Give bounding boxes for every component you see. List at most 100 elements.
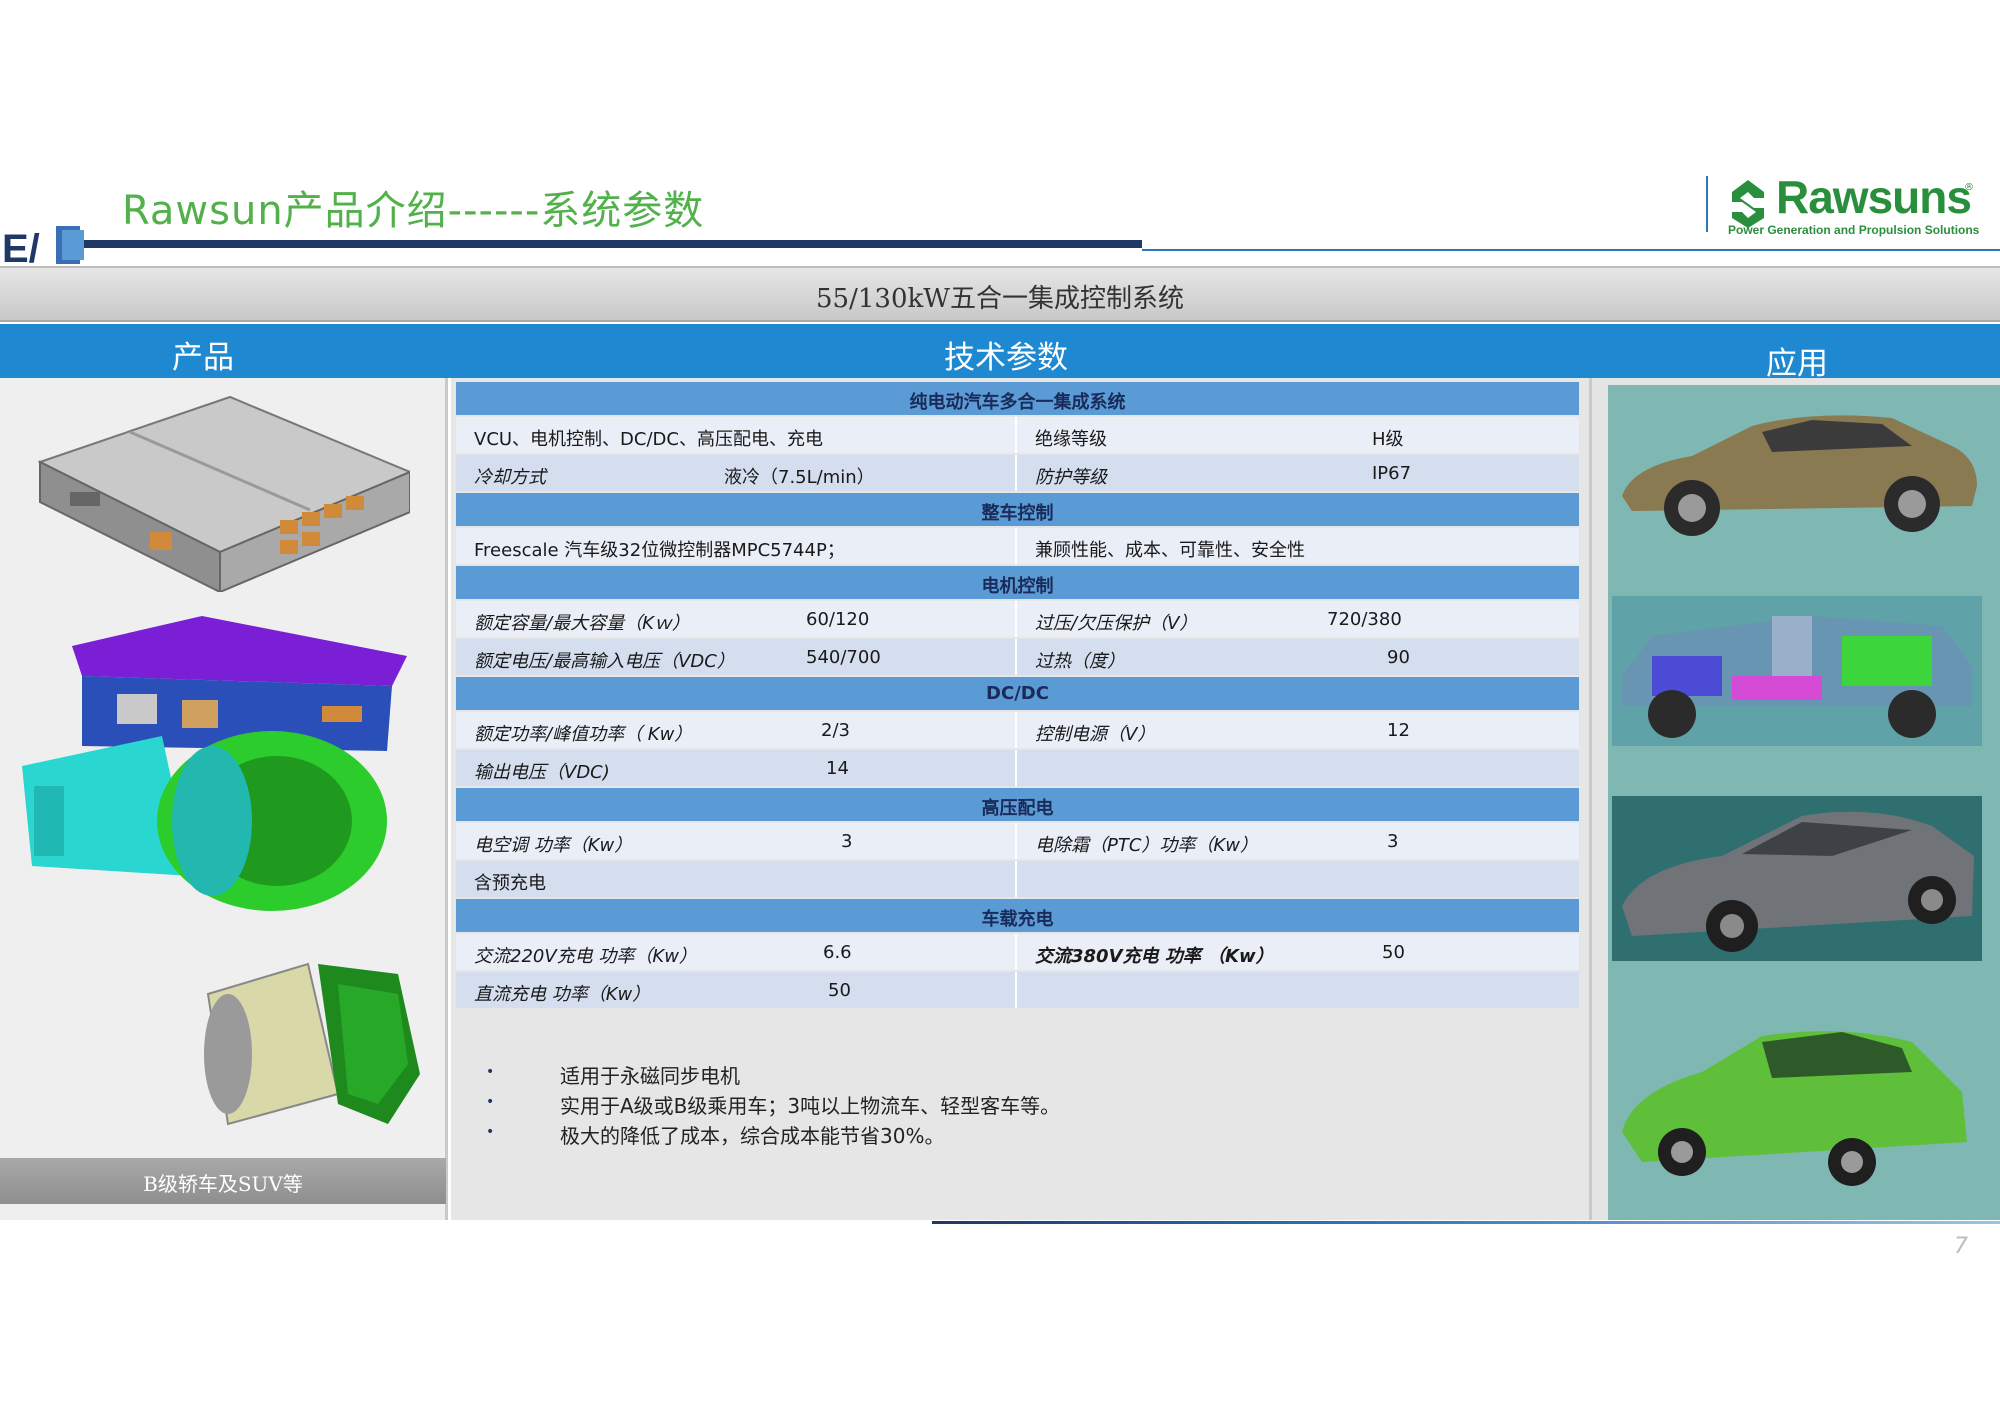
spec-cell-left: 额定功率/峰值功率（ Kw） 2/3: [456, 712, 1015, 748]
spec-value: 2/3: [821, 720, 850, 741]
spec-cell-left: 输出电压（VDC) 14: [456, 750, 1015, 786]
chassis-cutaway-image: [1612, 596, 1982, 746]
bullet-icon: •: [486, 1124, 495, 1140]
section-header: 电机控制: [456, 566, 1579, 599]
brand-registered-mark: ®: [1964, 182, 1974, 193]
spec-cell-right: 控制电源（V） 12: [1017, 712, 1579, 748]
integrated-drive-image: [22, 616, 407, 911]
ev-logo-text: E/: [2, 227, 40, 268]
section-title: 电机控制: [981, 576, 1054, 597]
spec-value: IP67: [1372, 463, 1412, 484]
spec-label: 交流220V充电 功率（Kw）: [474, 946, 697, 967]
spec-cell-left: 含预充电: [456, 861, 1015, 897]
spec-cell-right: 电除霜（PTC）功率（Kw） 3: [1017, 823, 1579, 859]
motor-image: [204, 962, 420, 1126]
spec-value: 50: [1382, 942, 1405, 963]
column-header-application: 应用: [1766, 346, 1828, 382]
bullet-icon: •: [486, 1094, 495, 1110]
spec-cell-right: 过压/欠压保护（V） 720/380: [1017, 601, 1579, 637]
spec-row: 输出电压（VDC) 14: [456, 750, 1579, 786]
spec-label: 过热（度）: [1035, 651, 1125, 672]
spec-label: 防护等级: [1035, 467, 1107, 488]
column-header-product: 产品: [172, 340, 234, 376]
spec-value: 60/120: [806, 609, 870, 630]
spec-value: 14: [826, 758, 849, 779]
ev-logo: E/: [0, 222, 84, 268]
spec-label: 电除霜（PTC）功率（Kw）: [1035, 835, 1258, 856]
section-title: 整车控制: [981, 503, 1054, 524]
spec-cell-right: [1017, 861, 1579, 897]
bullet-icon: •: [486, 1064, 495, 1080]
controller-box-image: [37, 395, 410, 592]
column-header-tech: 技术参数: [944, 340, 1068, 376]
spec-cell-left: 额定电压/最高输入电压（VDC） 540/700: [456, 639, 1015, 675]
spec-value: 90: [1387, 647, 1410, 668]
green-suv-image: [1612, 1012, 1982, 1187]
spec-row: 额定功率/峰值功率（ Kw） 2/3 控制电源（V） 12: [456, 712, 1579, 748]
spec-row: 直流充电 功率（Kw） 50: [456, 972, 1579, 1008]
section-title: DC/DC: [986, 683, 1049, 704]
title-underline-dark: [84, 240, 1142, 248]
spec-value: 3: [841, 831, 853, 852]
spec-value: 3: [1387, 831, 1399, 852]
spec-row: 含预充电: [456, 861, 1579, 897]
spec-label: 额定容量/最大容量（Kｗ）: [474, 613, 690, 634]
spec-row: VCU、电机控制、DC/DC、高压配电、充电 绝缘等级 H级: [456, 417, 1579, 453]
spec-cell-right: 交流380V充电 功率 （Kw） 50: [1017, 934, 1579, 970]
spec-label: 直流充电 功率（Kw）: [474, 984, 651, 1005]
spec-label: 交流380V充电 功率 （Kw）: [1035, 946, 1274, 967]
spec-row: Freescale 汽车级32位微控制器MPC5744P； 兼顾性能、成本、可靠性…: [456, 528, 1579, 564]
spec-row: 额定电压/最高输入电压（VDC） 540/700 过热（度） 90: [456, 639, 1579, 675]
spec-label: 额定功率/峰值功率（ Kw）: [474, 724, 693, 745]
spec-label: 含预充电: [474, 873, 546, 894]
spec-cell-right: [1017, 750, 1579, 786]
spec-label: 过压/欠压保护（V）: [1035, 613, 1198, 634]
section-title: 高压配电: [981, 798, 1054, 819]
spec-cell-right: 过热（度） 90: [1017, 639, 1579, 675]
spec-cell-right: 防护等级 IP67: [1017, 455, 1579, 491]
spec-row: 电空调 功率（Kw） 3 电除霜（PTC）功率（Kw） 3: [456, 823, 1579, 859]
page-title: Rawsun产品介绍------系统参数: [122, 188, 705, 234]
spec-row: 交流220V充电 功率（Kw） 6.6 交流380V充电 功率 （Kw） 50: [456, 934, 1579, 970]
footer-line: [932, 1221, 2000, 1224]
spec-cell-right: 绝缘等级 H级: [1017, 417, 1579, 453]
spec-label: 输出电压（VDC): [474, 762, 610, 783]
spec-value: 720/380: [1327, 609, 1402, 630]
spec-value: 12: [1387, 720, 1410, 741]
spec-value: 6.6: [823, 942, 852, 963]
spec-label: 绝缘等级: [1035, 429, 1107, 450]
brand-tagline: Power Generation and Propulsion Solution…: [1728, 223, 1980, 237]
feature-text: 适用于永磁同步电机: [560, 1064, 740, 1088]
spec-label: 冷却方式: [474, 467, 546, 488]
section-header: 车载充电: [456, 899, 1579, 932]
spec-value: H级: [1372, 429, 1404, 450]
spec-table: 纯电动汽车多合一集成系统 VCU、电机控制、DC/DC、高压配电、充电 绝缘等级 H级…: [456, 382, 1579, 1010]
product-caption: B级轿车及SUV等: [143, 1172, 303, 1196]
system-title-bar: 55/130kW五合一集成控制系统: [0, 266, 2000, 322]
section-header: DC/DC: [456, 677, 1579, 710]
spec-cell-left: 额定容量/最大容量（Kｗ） 60/120: [456, 601, 1015, 637]
spec-cell-right: 兼顾性能、成本、可靠性、安全性: [1017, 528, 1579, 564]
column-header-bar: 产品 技术参数 应用: [0, 324, 2000, 382]
spec-value: 50: [828, 980, 851, 1001]
brand-name: Rawsuns: [1776, 171, 1972, 223]
page-number: 7: [1954, 1234, 1968, 1259]
product-caption-bar: B级轿车及SUV等: [0, 1158, 446, 1204]
spec-label: Freescale 汽车级32位微控制器MPC5744P；: [474, 540, 845, 561]
spec-cell-left: 直流充电 功率（Kw） 50: [456, 972, 1015, 1008]
section-header: 高压配电: [456, 788, 1579, 821]
logo-divider: [1706, 176, 1708, 232]
spec-cell-left: 冷却方式 液冷（7.5L/min）: [456, 455, 1015, 491]
spec-row: 额定容量/最大容量（Kｗ） 60/120 过压/欠压保护（V） 720/380: [456, 601, 1579, 637]
spec-cell-left: 电空调 功率（Kw） 3: [456, 823, 1015, 859]
section-title: 车载充电: [981, 909, 1054, 930]
spec-label: 控制电源（V）: [1035, 724, 1156, 745]
spec-cell-left: 交流220V充电 功率（Kw） 6.6: [456, 934, 1015, 970]
spec-value: 液冷（7.5L/min）: [724, 467, 875, 488]
spec-cell-left: Freescale 汽车级32位微控制器MPC5744P；: [456, 528, 1015, 564]
spec-label: VCU、电机控制、DC/DC、高压配电、充电: [474, 429, 823, 450]
spec-cell-left: VCU、电机控制、DC/DC、高压配电、充电: [456, 417, 1015, 453]
spec-label: 额定电压/最高输入电压（VDC）: [474, 651, 735, 672]
section-title: 纯电动汽车多合一集成系统: [909, 392, 1126, 413]
sedan-image: [1612, 796, 1982, 961]
